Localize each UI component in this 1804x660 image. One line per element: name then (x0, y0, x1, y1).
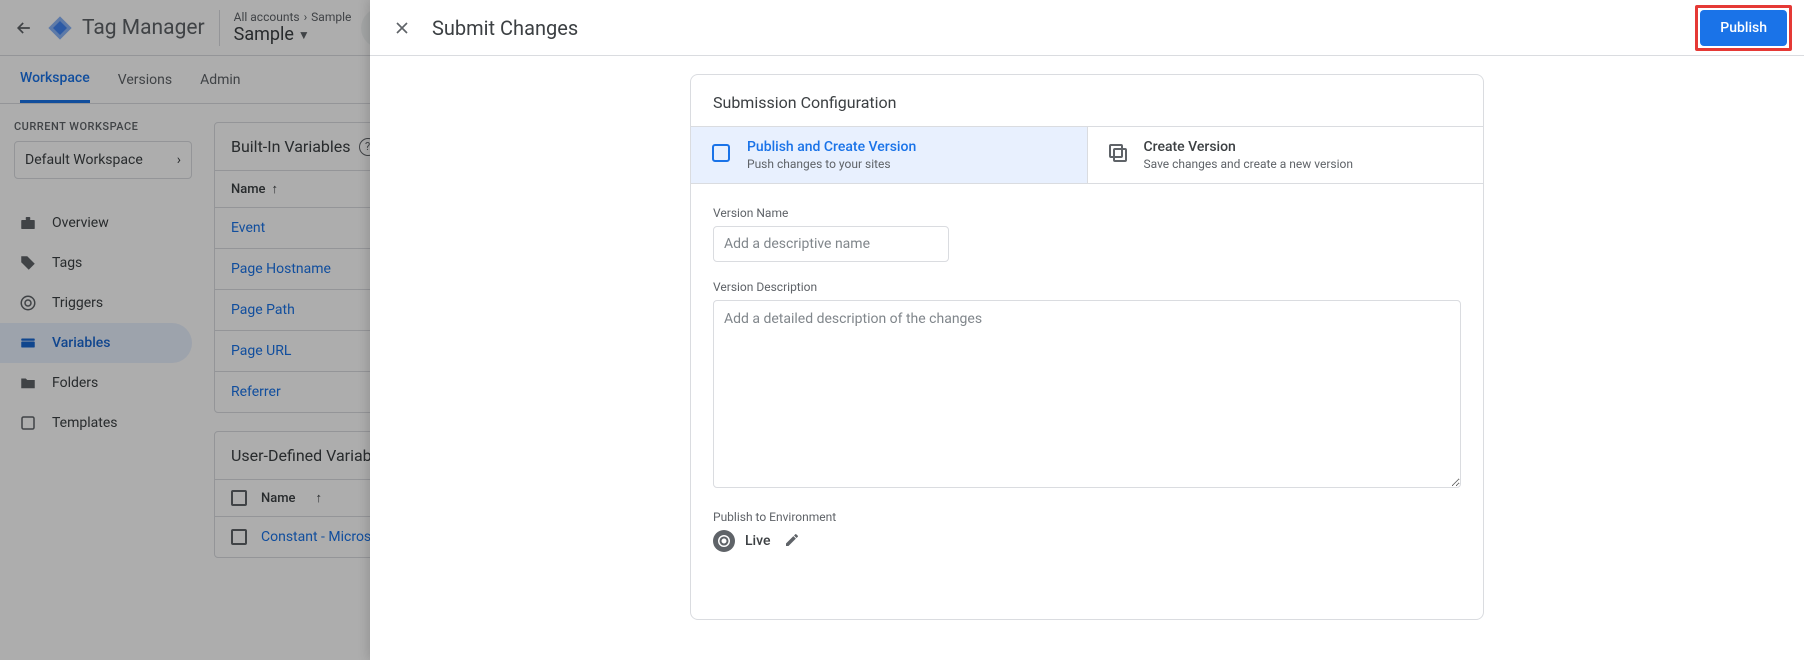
modal-title: Submit Changes (432, 16, 578, 40)
workspace-name: Default Workspace (25, 152, 143, 168)
option-row: Publish and Create Version Push changes … (691, 126, 1483, 184)
sidebar-item-label: Variables (52, 335, 110, 351)
dropdown-caret-icon: ▼ (298, 28, 310, 42)
sidebar-item-variables[interactable]: Variables (0, 323, 192, 363)
sidebar-item-triggers[interactable]: Triggers (0, 283, 192, 323)
tag-icon (18, 253, 38, 273)
sidebar-item-overview[interactable]: Overview (0, 203, 192, 243)
copy-icon (1106, 141, 1130, 165)
builtins-title: Built-In Variables (231, 137, 351, 156)
modal-body: Submission Configuration Publish and Cre… (370, 56, 1804, 660)
container-name: Sample (234, 24, 294, 45)
config-title: Submission Configuration (691, 75, 1483, 126)
version-desc-label: Version Description (713, 280, 1461, 294)
sidebar-item-folders[interactable]: Folders (0, 363, 192, 403)
product-name: Tag Manager (82, 16, 205, 40)
variable-link[interactable]: Referrer (231, 384, 281, 400)
variable-link[interactable]: Page Path (231, 302, 295, 318)
chevron-right-icon: › (177, 152, 181, 168)
current-workspace-label: CURRENT WORKSPACE (14, 120, 192, 133)
version-name-input[interactable] (713, 226, 949, 262)
version-desc-textarea[interactable] (713, 300, 1461, 488)
variable-link[interactable]: Event (231, 220, 265, 236)
checkbox[interactable] (231, 529, 247, 545)
option-publish-create[interactable]: Publish and Create Version Push changes … (691, 127, 1087, 183)
option-create-version[interactable]: Create Version Save changes and create a… (1087, 127, 1484, 183)
sidebar-item-tags[interactable]: Tags (0, 243, 192, 283)
environment-name: Live (745, 533, 770, 549)
variable-link[interactable]: Page URL (231, 343, 291, 359)
chevron-right-icon: › (304, 10, 308, 24)
tab-admin[interactable]: Admin (200, 58, 240, 102)
sort-asc-icon: ↑ (272, 181, 279, 197)
edit-environment-icon[interactable] (784, 532, 802, 550)
folder-icon (18, 373, 38, 393)
environment-icon (713, 530, 735, 552)
sidebar-item-templates[interactable]: Templates (0, 403, 192, 443)
option-title: Publish and Create Version (747, 139, 916, 155)
submit-changes-panel: Submit Changes Publish Submission Config… (370, 0, 1804, 660)
back-arrow-icon[interactable] (12, 16, 36, 40)
col-name: Name (231, 182, 266, 197)
option-title: Create Version (1144, 139, 1353, 155)
crumb-account: Sample (311, 10, 351, 24)
target-icon (18, 293, 38, 313)
environment-row: Live (713, 530, 1461, 552)
tab-workspace[interactable]: Workspace (20, 56, 90, 103)
publish-env-label: Publish to Environment (713, 510, 1461, 524)
publish-button[interactable]: Publish (1700, 10, 1787, 46)
upload-icon (709, 141, 733, 165)
publish-highlight-box: Publish (1695, 5, 1792, 51)
close-icon[interactable] (390, 16, 414, 40)
variable-link[interactable]: Page Hostname (231, 261, 331, 277)
option-subtitle: Push changes to your sites (747, 157, 916, 171)
submission-config-card: Submission Configuration Publish and Cre… (690, 74, 1484, 620)
checkbox[interactable] (231, 490, 247, 506)
option-subtitle: Save changes and create a new version (1144, 157, 1353, 171)
form-area: Version Name Version Description Publish… (691, 184, 1483, 572)
userdef-title: User-Defined Variables (231, 446, 392, 465)
version-name-label: Version Name (713, 206, 1461, 220)
tab-versions[interactable]: Versions (118, 58, 172, 102)
sidebar-item-label: Templates (52, 415, 118, 431)
breadcrumb[interactable]: All accounts › Sample Sample ▼ (234, 10, 352, 45)
briefcase-icon (18, 213, 38, 233)
template-icon (18, 413, 38, 433)
col-name: Name (261, 491, 296, 506)
crumb-all: All accounts (234, 10, 300, 24)
sidebar-item-label: Folders (52, 375, 98, 391)
sort-asc-icon: ↑ (316, 490, 323, 506)
divider (219, 10, 220, 46)
sidebar-item-label: Triggers (52, 295, 103, 311)
modal-header: Submit Changes Publish (370, 0, 1804, 56)
left-sidebar: CURRENT WORKSPACE Default Workspace › Ov… (0, 104, 200, 576)
sidebar-item-label: Overview (52, 215, 109, 231)
sidebar-item-label: Tags (52, 255, 82, 271)
gtm-logo-icon (46, 14, 74, 42)
variables-icon (18, 333, 38, 353)
workspace-selector[interactable]: Default Workspace › (14, 141, 192, 179)
